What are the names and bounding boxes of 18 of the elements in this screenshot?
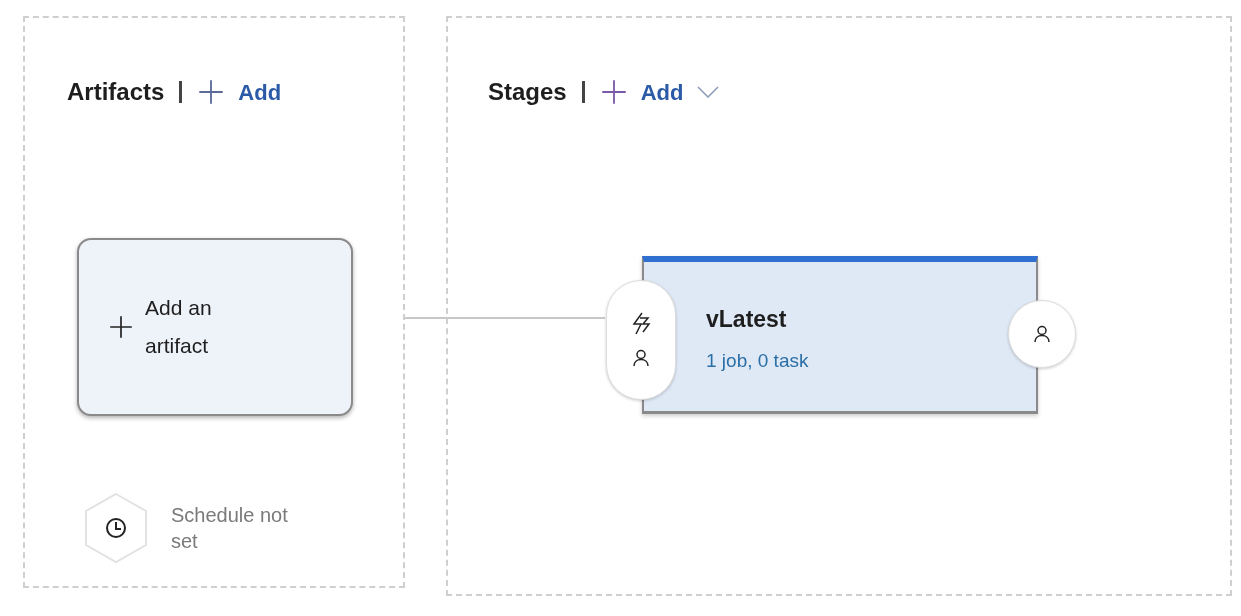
stage-summary: 1 job, 0 task	[706, 348, 810, 373]
chevron-down-icon	[697, 86, 720, 98]
lightning-icon	[630, 312, 652, 336]
plus-icon	[109, 315, 133, 339]
clock-icon[interactable]	[83, 492, 149, 564]
section-title: Stages	[488, 77, 567, 107]
stage-card[interactable]: vLatest 1 job, 0 task	[642, 256, 1038, 414]
section-title: Artifacts	[67, 77, 165, 107]
person-icon	[631, 348, 651, 368]
stage-name: vLatest	[706, 305, 788, 334]
add-artifact-card[interactable]: Add an artifact	[77, 238, 353, 416]
schedule-status: Schedule not set	[171, 503, 289, 554]
person-icon	[1032, 324, 1052, 344]
plus-icon	[600, 79, 627, 105]
add-button[interactable]: Add	[198, 75, 282, 109]
plus-icon	[198, 79, 225, 105]
pre-deployment-conditions[interactable]	[606, 280, 676, 400]
add-dropdown-button[interactable]: Add	[600, 75, 720, 109]
